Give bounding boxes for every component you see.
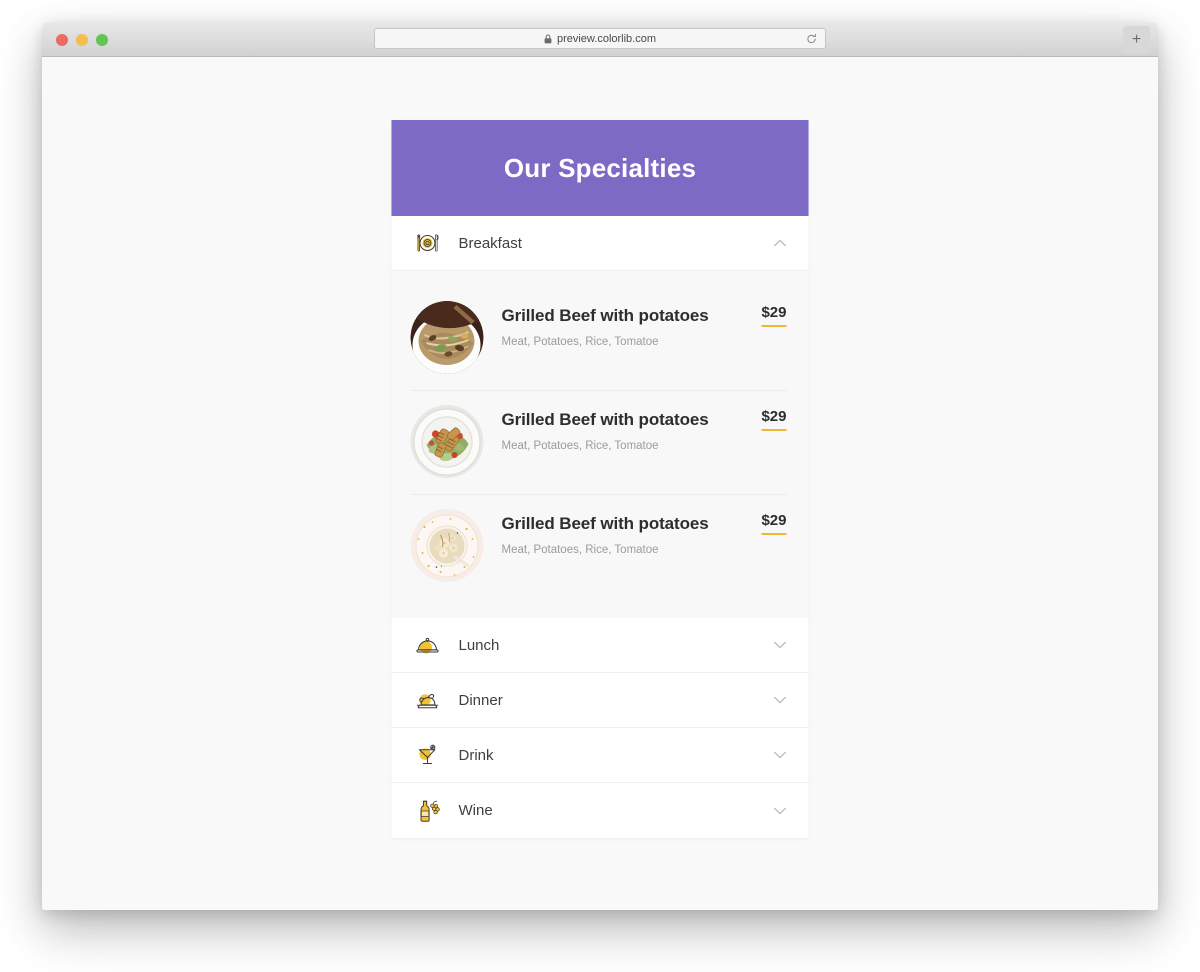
card-header: Our Specialties — [391, 120, 809, 216]
browser-window: preview.colorlib.com + Our Specialties B… — [42, 22, 1158, 910]
new-tab-button[interactable]: + — [1123, 26, 1150, 53]
menu-item-title: Grilled Beef with potatoes — [501, 410, 709, 429]
menu-item-price: $29 — [761, 301, 787, 327]
cocktail-glass-icon — [411, 738, 445, 772]
accordion-label-lunch: Lunch — [458, 636, 500, 654]
menu-item-title: Grilled Beef with potatoes — [501, 306, 709, 325]
menu-item-price: $29 — [761, 405, 787, 431]
price-value: $29 — [761, 408, 787, 425]
lock-icon — [544, 34, 552, 43]
chevron-down-icon[interactable] — [774, 696, 787, 704]
browser-titlebar: preview.colorlib.com + — [42, 22, 1158, 57]
accordion-header-wine[interactable]: Wine — [391, 783, 809, 838]
menu-item-title: Grilled Beef with potatoes — [501, 514, 709, 533]
chevron-up-icon[interactable] — [774, 239, 787, 247]
wine-bottle-grapes-icon — [411, 794, 445, 828]
accordion-header-drink[interactable]: Drink — [391, 728, 809, 783]
menu-item[interactable]: Grilled Beef with potatoes Meat, Potatoe… — [410, 287, 787, 391]
menu-item-description: Meat, Potatoes, Rice, Tomatoe — [501, 335, 659, 348]
accordion-header-breakfast[interactable]: Breakfast — [391, 216, 809, 271]
new-tab-label: + — [1131, 30, 1142, 48]
grilled-chicken-salad-photo — [410, 405, 484, 478]
accordion-label-breakfast: Breakfast — [458, 234, 522, 252]
chevron-down-icon[interactable] — [774, 641, 787, 649]
address-bar-url: preview.colorlib.com — [556, 32, 657, 45]
price-underline — [761, 325, 787, 327]
menu-item[interactable]: Grilled Beef with potatoes Meat, Potatoe… — [410, 391, 787, 495]
accordion-panel-breakfast: Grilled Beef with potatoes Meat, Potatoe… — [391, 271, 809, 618]
roast-turkey-icon — [411, 683, 445, 717]
accordion-label-wine: Wine — [458, 802, 493, 819]
cloche-dome-icon — [411, 628, 445, 662]
menu-item-description: Meat, Potatoes, Rice, Tomatoe — [501, 543, 659, 556]
price-value: $29 — [761, 512, 787, 529]
menu-item[interactable]: Grilled Beef with potatoes Meat, Potatoe… — [410, 495, 787, 598]
chevron-down-icon[interactable] — [774, 807, 787, 815]
minimize-window-button[interactable] — [76, 34, 88, 46]
price-value: $29 — [761, 304, 787, 321]
plate-cutlery-icon — [411, 226, 445, 260]
price-underline — [761, 533, 787, 535]
close-window-button[interactable] — [56, 34, 68, 46]
accordion-header-lunch[interactable]: Lunch — [391, 618, 809, 673]
page-viewport: Our Specialties Breakfast Grilled Beef w… — [42, 57, 1158, 910]
menu-item-description: Meat, Potatoes, Rice, Tomatoe — [501, 439, 659, 452]
accordion-label-dinner: Dinner — [458, 691, 503, 709]
page-title-text: Our Specialties — [503, 152, 697, 183]
address-bar[interactable]: preview.colorlib.com — [374, 28, 826, 49]
price-underline — [761, 429, 787, 431]
page-title: Our Specialties — [504, 153, 696, 184]
reload-icon[interactable] — [806, 33, 817, 44]
menu-item-price: $29 — [761, 509, 787, 535]
maximize-window-button[interactable] — [96, 34, 108, 46]
accordion-header-dinner[interactable]: Dinner — [391, 673, 809, 728]
window-controls — [56, 34, 108, 46]
noodle-stirfry-photo — [410, 301, 484, 374]
oatmeal-banana-bowl-photo — [410, 509, 484, 582]
accordion-label-drink: Drink — [458, 746, 494, 764]
specialties-card: Our Specialties Breakfast Grilled Beef w… — [391, 120, 809, 838]
chevron-down-icon[interactable] — [774, 751, 787, 759]
